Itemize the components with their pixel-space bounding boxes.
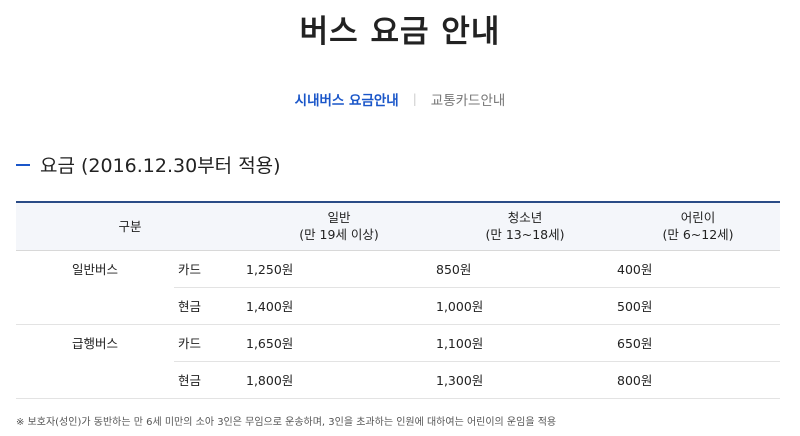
youth-fare-cell: 850원 — [434, 250, 616, 288]
header-youth: 청소년 (만 13~18세) — [434, 201, 616, 251]
youth-fare-cell: 1,100원 — [434, 324, 616, 362]
header-child-label: 어린이 — [680, 210, 716, 226]
adult-fare-cell: 1,650원 — [244, 324, 434, 362]
child-fare-cell: 500원 — [616, 287, 780, 325]
header-child-sub: (만 6~12세) — [662, 227, 734, 243]
table-header-row: 구분 일반 (만 19세 이상) 청소년 (만 13~18세) 어린이 (만 6… — [16, 201, 780, 251]
adult-fare-cell: 1,800원 — [244, 361, 434, 399]
youth-fare-cell: 1,000원 — [434, 287, 616, 325]
fare-table: 구분 일반 (만 19세 이상) 청소년 (만 13~18세) 어린이 (만 6… — [16, 201, 780, 399]
adult-fare-cell: 1,400원 — [244, 287, 434, 325]
heading-dash-icon — [16, 163, 30, 166]
header-youth-label: 청소년 — [507, 210, 543, 226]
footnote: ※ 보호자(성인)가 동반하는 만 6세 미만의 소아 3인은 무임으로 운송하… — [16, 417, 557, 428]
table-row: 현금 1,400원 1,000원 500원 — [16, 287, 780, 325]
tab-transit-card[interactable]: 교통카드안내 — [431, 89, 506, 109]
payment-method-cell: 카드 — [174, 250, 244, 288]
bus-type-cell — [16, 287, 174, 325]
table-row: 급행버스 카드 1,650원 1,100원 650원 — [16, 324, 780, 362]
child-fare-cell: 650원 — [616, 324, 780, 362]
child-fare-cell: 800원 — [616, 361, 780, 399]
section-heading-text: 요금 (2016.12.30부터 적용) — [40, 155, 281, 177]
payment-method-cell: 카드 — [174, 324, 244, 362]
bus-type-cell — [16, 361, 174, 399]
youth-fare-cell: 1,300원 — [434, 361, 616, 399]
header-adult: 일반 (만 19세 이상) — [244, 201, 434, 251]
table-row: 일반버스 카드 1,250원 850원 400원 — [16, 250, 780, 288]
bus-type-cell: 급행버스 — [71, 336, 118, 352]
header-category: 구분 — [16, 201, 244, 251]
table-row: 현금 1,800원 1,300원 800원 — [16, 361, 780, 399]
child-fare-cell: 400원 — [616, 250, 780, 288]
payment-method-cell: 현금 — [174, 361, 244, 399]
header-youth-sub: (만 13~18세) — [485, 227, 565, 243]
adult-fare-cell: 1,250원 — [244, 250, 434, 288]
header-child: 어린이 (만 6~12세) — [616, 201, 780, 251]
header-adult-label: 일반 — [327, 210, 351, 226]
tab-city-bus-fare[interactable]: 시내버스 요금안내 — [295, 89, 399, 109]
tab-bar: 시내버스 요금안내 | 교통카드안내 — [0, 89, 800, 109]
payment-method-cell: 현금 — [174, 287, 244, 325]
tab-separator: | — [412, 92, 417, 106]
header-adult-sub: (만 19세 이상) — [299, 227, 379, 243]
section-heading: 요금 (2016.12.30부터 적용) — [16, 151, 281, 178]
bus-type-cell: 일반버스 — [71, 262, 118, 278]
page-title: 버스 요금 안내 — [299, 14, 501, 50]
